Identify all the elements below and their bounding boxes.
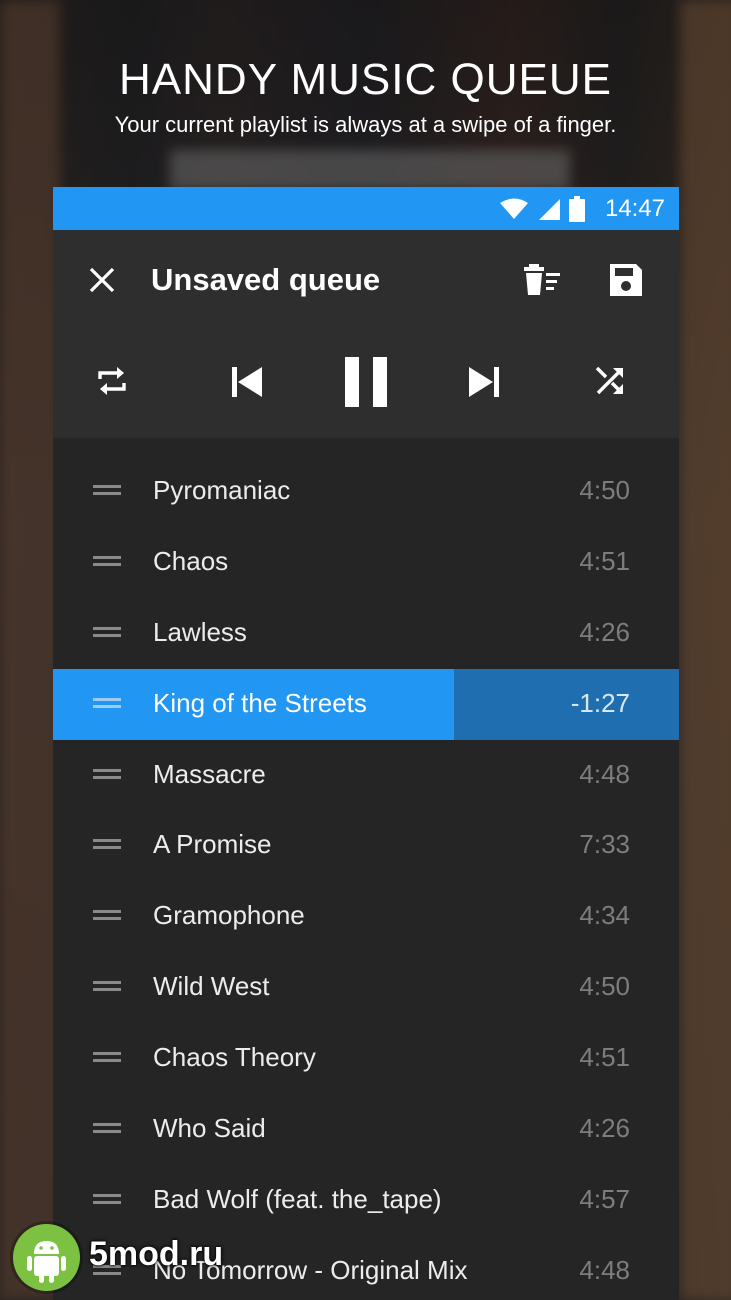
track-title: King of the Streets bbox=[153, 687, 367, 718]
queue-title: Unsaved queue bbox=[151, 262, 381, 297]
queue-item[interactable]: Lawless 4:26 bbox=[53, 598, 679, 669]
track-title: Gramophone bbox=[153, 900, 305, 931]
track-title: Massacre bbox=[153, 758, 266, 789]
track-duration: 4:50 bbox=[579, 971, 630, 1002]
drag-handle-icon[interactable] bbox=[93, 554, 121, 568]
track-duration: 4:51 bbox=[579, 1042, 630, 1073]
close-icon[interactable] bbox=[86, 264, 118, 296]
clear-queue-icon[interactable] bbox=[523, 262, 563, 298]
track-title: Chaos bbox=[153, 545, 229, 576]
watermark-text: 5mod.ru bbox=[89, 1235, 224, 1273]
drag-handle-icon[interactable] bbox=[93, 1050, 121, 1064]
promo-headline: HANDY MUSIC QUEUE bbox=[119, 55, 612, 104]
track-title: Lawless bbox=[153, 616, 247, 647]
queue-item-now-playing[interactable]: King of the Streets -1:27 bbox=[53, 668, 679, 740]
promo-subline: Your current playlist is always at a swi… bbox=[114, 112, 617, 137]
track-duration: 4:57 bbox=[579, 1183, 630, 1214]
watermark-badge bbox=[13, 1224, 80, 1291]
status-bar: 14:47 bbox=[53, 187, 679, 230]
android-icon bbox=[27, 1241, 66, 1283]
queue-item[interactable]: Chaos 4:51 bbox=[53, 527, 679, 598]
save-icon[interactable] bbox=[607, 261, 645, 299]
drag-handle-icon[interactable] bbox=[93, 908, 121, 922]
playback-controls bbox=[53, 330, 679, 438]
battery-icon bbox=[569, 196, 585, 222]
queue-list: Pyromaniac 4:50 Chaos 4:51 Lawless 4:26 … bbox=[53, 438, 679, 1300]
status-time: 14:47 bbox=[604, 195, 665, 222]
queue-item[interactable]: Pyromaniac 4:50 bbox=[53, 456, 679, 527]
cellular-signal-icon bbox=[539, 199, 560, 220]
track-duration: 4:50 bbox=[579, 475, 630, 505]
track-title: Wild West bbox=[153, 971, 270, 1002]
drag-handle-icon[interactable] bbox=[93, 767, 121, 781]
pause-icon[interactable] bbox=[343, 355, 389, 409]
skip-next-icon[interactable] bbox=[466, 364, 502, 400]
drag-handle-icon[interactable] bbox=[93, 483, 121, 497]
drag-handle-icon[interactable] bbox=[93, 837, 121, 851]
track-title: A Promise bbox=[153, 829, 272, 860]
track-title: Bad Wolf (feat. the_tape) bbox=[153, 1183, 442, 1214]
repeat-icon[interactable] bbox=[95, 364, 129, 398]
track-duration: 4:26 bbox=[579, 1113, 630, 1144]
track-remaining-time: -1:27 bbox=[570, 687, 630, 718]
queue-item[interactable]: Massacre 4:48 bbox=[53, 740, 679, 811]
drag-handle-icon[interactable] bbox=[93, 1192, 121, 1206]
track-duration: 4:26 bbox=[579, 616, 630, 647]
wifi-icon bbox=[500, 198, 528, 219]
queue-item[interactable]: Bad Wolf (feat. the_tape) 4:57 bbox=[53, 1165, 679, 1236]
queue-toolbar: Unsaved queue bbox=[53, 230, 679, 330]
queue-item[interactable]: Who Said 4:26 bbox=[53, 1094, 679, 1165]
queue-item[interactable]: A Promise 7:33 bbox=[53, 810, 679, 881]
track-title: Pyromaniac bbox=[153, 475, 291, 505]
drag-handle-icon[interactable] bbox=[93, 979, 121, 993]
phone-screen: 14:47 Unsaved queue Pyromaniac 4:50 Chao… bbox=[53, 187, 679, 1300]
drag-handle-icon[interactable] bbox=[93, 1121, 121, 1135]
queue-item[interactable]: Wild West 4:50 bbox=[53, 952, 679, 1023]
queue-item[interactable]: Gramophone 4:34 bbox=[53, 881, 679, 952]
queue-item[interactable]: Chaos Theory 4:51 bbox=[53, 1023, 679, 1094]
skip-previous-icon[interactable] bbox=[229, 364, 265, 400]
track-duration: 7:33 bbox=[579, 829, 630, 860]
shuffle-icon[interactable] bbox=[593, 364, 627, 398]
track-title: Chaos Theory bbox=[153, 1042, 316, 1073]
track-duration: 4:34 bbox=[579, 900, 630, 931]
drag-handle-icon[interactable] bbox=[93, 696, 121, 710]
track-duration: 4:48 bbox=[579, 758, 630, 789]
drag-handle-icon[interactable] bbox=[93, 625, 121, 639]
track-title: Who Said bbox=[153, 1113, 266, 1144]
track-duration: 4:48 bbox=[579, 1254, 630, 1285]
track-duration: 4:51 bbox=[579, 545, 630, 576]
